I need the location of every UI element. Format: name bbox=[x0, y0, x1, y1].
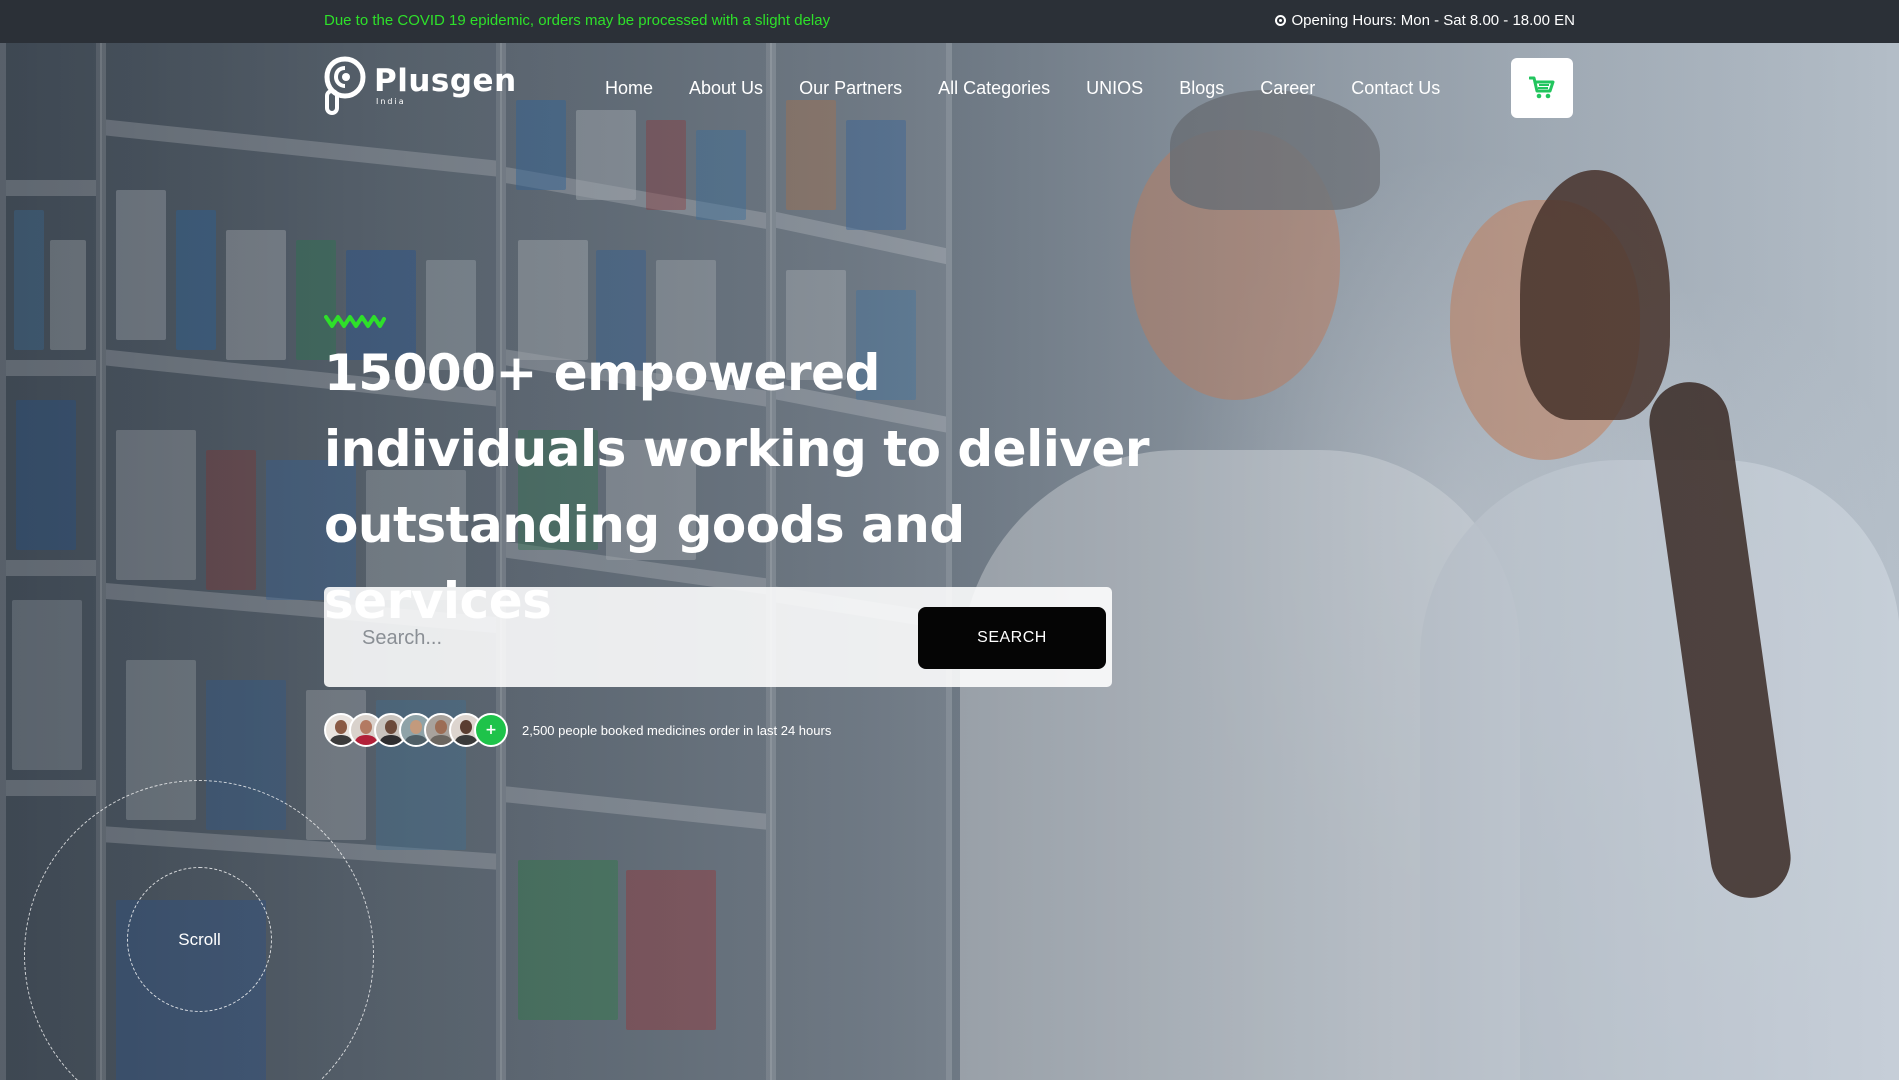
wave-icon bbox=[324, 315, 386, 328]
nav-unios[interactable]: UNIOS bbox=[1086, 78, 1143, 99]
logo[interactable]: Plusgen India bbox=[324, 55, 517, 117]
site-header: Plusgen India Home About Us Our Partners… bbox=[0, 43, 1899, 133]
nav-career[interactable]: Career bbox=[1260, 78, 1315, 99]
logo-name: Plusgen bbox=[374, 63, 517, 99]
nav-home[interactable]: Home bbox=[605, 78, 653, 99]
main-nav: Home About Us Our Partners All Categorie… bbox=[605, 78, 1476, 99]
search-bar: SEARCH bbox=[324, 587, 1112, 687]
search-input[interactable] bbox=[344, 612, 924, 664]
hero-section: Due to the COVID 19 epidemic, orders may… bbox=[0, 0, 1899, 1080]
logo-subtitle: India bbox=[376, 97, 406, 106]
search-button[interactable]: SEARCH bbox=[918, 607, 1106, 669]
scroll-button[interactable]: Scroll bbox=[127, 867, 272, 1012]
opening-hours-text: Opening Hours: Mon - Sat 8.00 - 18.00 EN bbox=[1291, 12, 1575, 29]
scroll-label: Scroll bbox=[178, 929, 221, 949]
top-announcement-bar: Due to the COVID 19 epidemic, orders may… bbox=[0, 0, 1899, 43]
logo-icon bbox=[324, 56, 366, 115]
nav-blogs[interactable]: Blogs bbox=[1179, 78, 1224, 99]
nav-all-categories[interactable]: All Categories bbox=[938, 78, 1050, 99]
booked-count-text: 2,500 people booked medicines order in l… bbox=[522, 722, 832, 738]
nav-our-partners[interactable]: Our Partners bbox=[799, 78, 902, 99]
cart-icon bbox=[1529, 76, 1555, 99]
nav-contact-us[interactable]: Contact Us bbox=[1351, 78, 1440, 99]
clock-icon bbox=[1274, 15, 1286, 26]
booked-social-proof: + 2,500 people booked medicines order in… bbox=[324, 713, 831, 747]
nav-about-us[interactable]: About Us bbox=[689, 78, 763, 99]
cart-button[interactable] bbox=[1511, 58, 1573, 118]
delay-notice: Due to the COVID 19 epidemic, orders may… bbox=[324, 12, 831, 29]
more-avatars-badge: + bbox=[474, 713, 508, 747]
opening-hours: Opening Hours: Mon - Sat 8.00 - 18.00 EN bbox=[1274, 12, 1575, 29]
